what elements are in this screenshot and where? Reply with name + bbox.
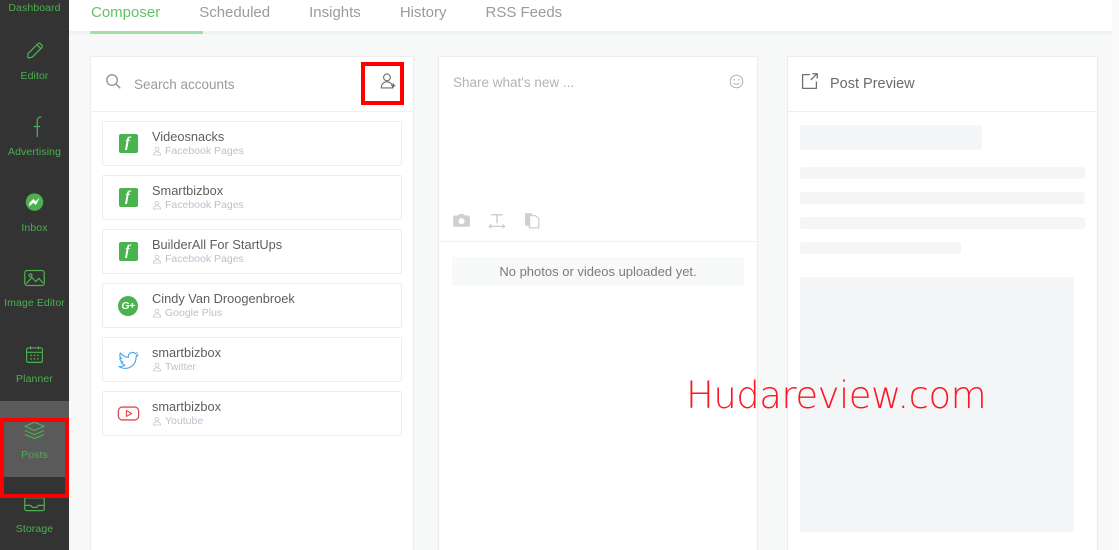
chat-bubble-icon	[24, 190, 45, 216]
account-network: Facebook Pages	[152, 252, 282, 266]
add-person-icon	[379, 72, 398, 96]
sidebar: Dashboard Editor Advertising	[0, 0, 69, 550]
account-card-builderall[interactable]: BuilderAll For StartUps Facebook Pages	[102, 229, 402, 274]
sidebar-item-label: Inbox	[21, 222, 47, 234]
image-icon	[23, 265, 46, 291]
camera-icon[interactable]	[453, 213, 470, 228]
calendar-icon	[24, 341, 45, 367]
person-icon	[152, 254, 162, 264]
pencil-icon	[24, 38, 46, 64]
sidebar-item-advertising[interactable]: Advertising	[0, 98, 69, 174]
search-input[interactable]	[134, 77, 373, 92]
text-resize-icon[interactable]	[488, 213, 506, 229]
composer-panel: No photos or videos uploaded yet.	[438, 56, 758, 550]
account-network-label: Facebook Pages	[165, 144, 244, 158]
facebook-icon	[114, 134, 142, 153]
composer-editor-area	[439, 57, 757, 242]
account-card-smartbizbox-fb[interactable]: Smartbizbox Facebook Pages	[102, 175, 402, 220]
account-name: Cindy Van Droogenbroek	[152, 291, 295, 306]
account-card-smartbizbox-twitter[interactable]: smartbizbox Twitter	[102, 337, 402, 382]
youtube-icon	[114, 405, 142, 422]
tab-scheduled[interactable]: Scheduled	[199, 0, 270, 21]
account-network-label: Youtube	[165, 414, 203, 428]
accounts-list: Videosnacks Facebook Pages	[91, 112, 413, 436]
account-name: Videosnacks	[152, 129, 244, 144]
tab-history[interactable]: History	[400, 0, 447, 21]
sidebar-item-editor[interactable]: Editor	[0, 22, 69, 98]
account-network: Facebook Pages	[152, 198, 244, 212]
emoji-button[interactable]	[729, 74, 744, 94]
account-network: Youtube	[152, 414, 221, 428]
facebook-f-icon	[27, 114, 43, 140]
right-edge-strip	[1112, 0, 1119, 550]
tab-rss-feeds[interactable]: RSS Feeds	[485, 0, 562, 21]
post-preview-skeleton	[788, 112, 1097, 532]
sidebar-item-dashboard[interactable]: Dashboard	[0, 0, 69, 22]
post-preview-panel: Post Preview	[787, 56, 1098, 550]
share-export-icon	[800, 72, 819, 96]
account-name: smartbizbox	[152, 399, 221, 414]
account-card-smartbizbox-youtube[interactable]: smartbizbox Youtube	[102, 391, 402, 436]
tab-bar: Composer Scheduled Insights History RSS …	[69, 0, 1119, 34]
account-network-label: Google Plus	[165, 306, 222, 320]
skeleton-line	[800, 242, 961, 254]
account-name: smartbizbox	[152, 345, 221, 360]
inbox-tray-icon	[23, 491, 46, 517]
facebook-icon	[114, 188, 142, 207]
smiley-icon	[729, 76, 744, 93]
person-icon	[152, 308, 162, 318]
account-name: Smartbizbox	[152, 183, 244, 198]
account-network-label: Facebook Pages	[165, 198, 244, 212]
account-card-cindy-van-droogenbroek[interactable]: G+ Cindy Van Droogenbroek Google Plus	[102, 283, 402, 328]
sidebar-item-storage[interactable]: Storage	[0, 477, 69, 549]
skeleton-image-block	[800, 277, 1074, 532]
add-account-button[interactable]	[373, 69, 403, 99]
sidebar-item-label: Image Editor	[4, 297, 65, 309]
accounts-header	[91, 57, 413, 112]
sidebar-item-posts[interactable]: Posts	[0, 401, 69, 477]
person-icon	[152, 200, 162, 210]
account-network: Google Plus	[152, 306, 295, 320]
account-name: BuilderAll For StartUps	[152, 237, 282, 252]
account-network: Facebook Pages	[152, 144, 244, 158]
tab-composer[interactable]: Composer	[91, 0, 160, 21]
person-icon	[152, 416, 162, 426]
account-network-label: Twitter	[165, 360, 196, 374]
sidebar-item-inbox[interactable]: Inbox	[0, 174, 69, 249]
facebook-icon	[114, 242, 142, 261]
composer-toolbar	[453, 212, 540, 229]
person-icon	[152, 146, 162, 156]
duplicate-icon[interactable]	[524, 212, 540, 229]
sidebar-item-planner[interactable]: Planner	[0, 325, 69, 401]
app-root: Dashboard Editor Advertising	[0, 0, 1119, 550]
sidebar-item-label: Dashboard	[8, 2, 60, 14]
search-icon	[105, 73, 122, 95]
account-network: Twitter	[152, 360, 221, 374]
sidebar-item-image-editor[interactable]: Image Editor	[0, 249, 69, 325]
post-preview-title: Post Preview	[830, 76, 915, 92]
skeleton-line	[800, 217, 1085, 229]
sidebar-item-label: Storage	[16, 523, 53, 535]
google-plus-icon: G+	[114, 296, 142, 316]
account-card-videosnacks[interactable]: Videosnacks Facebook Pages	[102, 121, 402, 166]
sidebar-item-label: Editor	[20, 70, 48, 82]
accounts-panel: Videosnacks Facebook Pages	[90, 56, 414, 550]
person-icon	[152, 362, 162, 372]
twitter-icon	[114, 350, 142, 369]
media-empty-state: No photos or videos uploaded yet.	[452, 257, 744, 286]
post-preview-header: Post Preview	[788, 57, 1097, 112]
main-content: Videosnacks Facebook Pages	[69, 34, 1119, 550]
composer-textarea[interactable]	[439, 57, 701, 167]
layers-icon	[23, 417, 46, 443]
account-network-label: Facebook Pages	[165, 252, 244, 266]
sidebar-item-label: Posts	[21, 449, 48, 461]
skeleton-line	[800, 167, 1085, 179]
skeleton-title-block	[800, 125, 982, 150]
skeleton-line	[800, 192, 1085, 204]
sidebar-item-label: Planner	[16, 373, 53, 385]
tab-insights[interactable]: Insights	[309, 0, 361, 21]
sidebar-item-label: Advertising	[8, 146, 61, 158]
